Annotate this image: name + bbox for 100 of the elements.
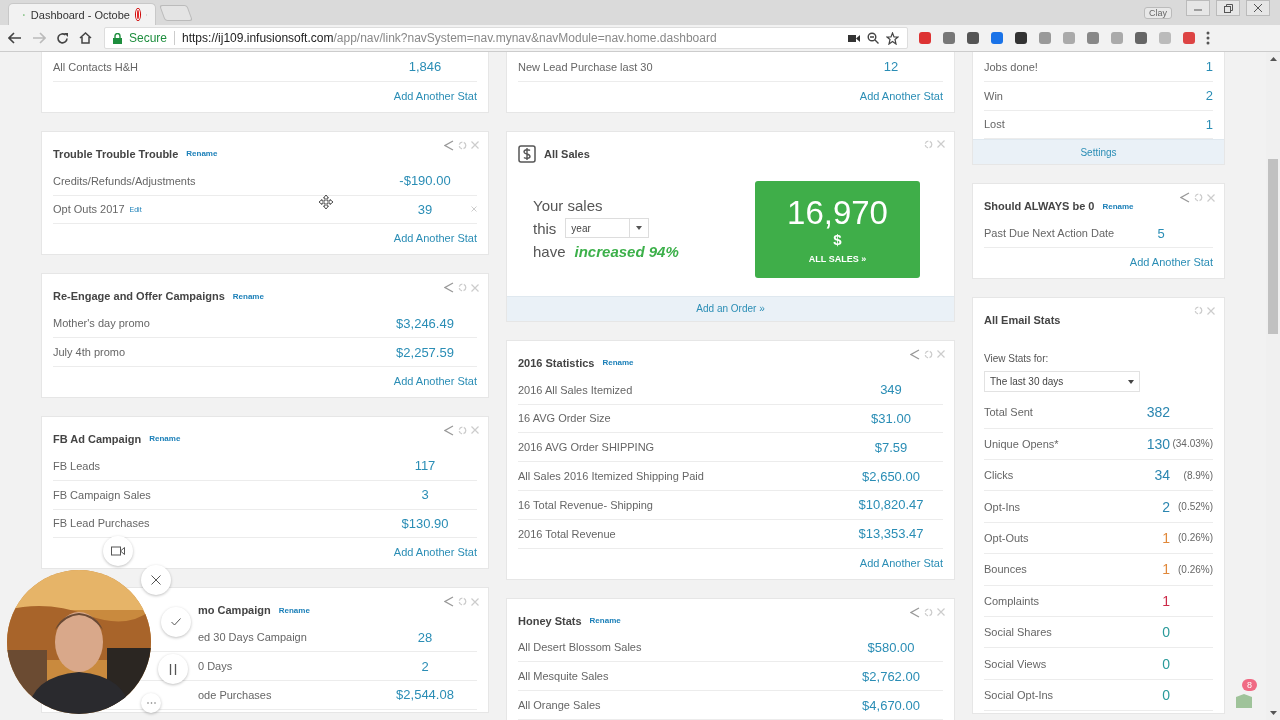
- stat-value[interactable]: 39: [387, 202, 463, 217]
- refresh-icon[interactable]: [1194, 306, 1203, 316]
- stat-value[interactable]: $3,246.49: [387, 315, 463, 331]
- rename-link[interactable]: Rename: [1102, 201, 1134, 211]
- stat-value[interactable]: 349: [853, 382, 929, 398]
- stat-value[interactable]: 0: [1162, 686, 1170, 703]
- address-bar[interactable]: Secure https://ij109.infusionsoft.com/app/nav/link?navSystem=nav.mynav&navModule=nav.home.dashboard: [104, 27, 908, 49]
- stat-value[interactable]: 117: [387, 458, 463, 474]
- zoom-icon[interactable]: [867, 32, 879, 44]
- rename-link[interactable]: Rename: [149, 434, 181, 444]
- scroll-up-icon[interactable]: [1269, 57, 1277, 61]
- stat-value[interactable]: $2,650.00: [853, 468, 929, 484]
- close-window-button[interactable]: [1246, 0, 1270, 16]
- refresh-icon[interactable]: [924, 607, 933, 617]
- add-stat-link[interactable]: Add Another Stat: [859, 89, 943, 102]
- share-icon[interactable]: [1180, 192, 1190, 204]
- stat-value[interactable]: 1: [1205, 117, 1213, 132]
- refresh-icon[interactable]: [458, 140, 467, 150]
- stat-value[interactable]: 1,846: [387, 59, 463, 75]
- stat-value[interactable]: 5: [1123, 225, 1199, 241]
- rename-link[interactable]: Rename: [232, 291, 264, 301]
- stat-value[interactable]: 12: [853, 59, 929, 75]
- stat-value[interactable]: 2: [387, 658, 463, 674]
- stat-value[interactable]: $2,544.08: [387, 687, 463, 703]
- rename-link[interactable]: Rename: [602, 358, 634, 368]
- chat-icon[interactable]: [1236, 694, 1252, 708]
- star-icon[interactable]: [886, 31, 899, 45]
- share-icon[interactable]: [444, 139, 454, 151]
- add-stat-link[interactable]: Add Another Stat: [1129, 256, 1213, 269]
- stat-value[interactable]: $580.00: [853, 639, 929, 655]
- stat-percent: (0.26%): [1178, 532, 1213, 544]
- profile-button[interactable]: Clay: [1144, 6, 1172, 19]
- stat-value[interactable]: -$190.00: [387, 173, 463, 189]
- stat-value[interactable]: $13,353.47: [853, 526, 929, 542]
- refresh-icon[interactable]: [458, 426, 467, 435]
- extension-icon[interactable]: [1134, 31, 1148, 45]
- refresh-icon[interactable]: [458, 597, 467, 607]
- browser-tab[interactable]: Dashboard - Octobe: [8, 3, 156, 25]
- all-sales-button[interactable]: 16,970 $ ALL SALES »: [755, 180, 920, 278]
- settings-link[interactable]: Settings: [973, 139, 1224, 165]
- new-tab-button[interactable]: [159, 5, 193, 21]
- stat-value[interactable]: $7.59: [853, 439, 929, 455]
- share-icon[interactable]: [444, 425, 454, 436]
- refresh-icon[interactable]: [458, 283, 467, 293]
- stat-label: Opt Outs 2017: [53, 203, 125, 216]
- rename-link[interactable]: Rename: [278, 605, 310, 615]
- add-stat-link[interactable]: Add Another Stat: [859, 556, 943, 569]
- add-stat-link[interactable]: Add Another Stat: [393, 89, 477, 102]
- extension-icon[interactable]: [966, 31, 980, 45]
- stat-value[interactable]: 0: [1162, 624, 1170, 641]
- share-icon[interactable]: [444, 596, 454, 608]
- scroll-down-icon[interactable]: [1269, 711, 1277, 715]
- refresh-icon[interactable]: [1194, 193, 1203, 203]
- period-dropdown[interactable]: The last 30 days: [984, 371, 1140, 393]
- url-text: https://ij109.infusionsoft.com/app/nav/link?navSystem=nav.mynav&navModule=nav.home.dashboard: [182, 31, 717, 45]
- menu-icon[interactable]: [1206, 31, 1210, 45]
- stat-value[interactable]: 1: [1162, 529, 1170, 546]
- refresh-icon[interactable]: [924, 349, 933, 359]
- stat-value[interactable]: 0: [1162, 655, 1170, 672]
- stat-value[interactable]: 1: [1162, 592, 1170, 609]
- video-camera-icon[interactable]: [848, 33, 860, 43]
- extension-icon[interactable]: [1014, 31, 1028, 45]
- minimize-button[interactable]: [1186, 0, 1210, 16]
- stat-value[interactable]: $4,670.00: [853, 697, 929, 713]
- stat-value[interactable]: $10,820.47: [853, 497, 929, 513]
- share-icon[interactable]: [444, 282, 454, 294]
- add-stat-link[interactable]: Add Another Stat: [393, 546, 477, 559]
- stat-value[interactable]: 34: [1154, 467, 1170, 484]
- stat-value[interactable]: $31.00: [853, 411, 929, 426]
- forward-icon[interactable]: [32, 32, 46, 44]
- period-dropdown[interactable]: year: [565, 218, 650, 239]
- share-icon[interactable]: [910, 606, 920, 618]
- stat-value[interactable]: 130: [1146, 435, 1170, 452]
- add-stat-link[interactable]: Add Another Stat: [393, 232, 477, 245]
- stat-value[interactable]: 1: [1205, 59, 1213, 75]
- rename-link[interactable]: Rename: [589, 616, 621, 626]
- add-order-link[interactable]: Add an Order »: [507, 295, 954, 321]
- stat-value[interactable]: 2: [1205, 88, 1213, 104]
- add-stat-link[interactable]: Add Another Stat: [393, 375, 477, 387]
- restore-button[interactable]: [1216, 0, 1240, 16]
- rename-link[interactable]: Rename: [186, 149, 218, 159]
- remove-icon[interactable]: [471, 206, 477, 213]
- widget-title: FB Ad Campaign: [53, 433, 142, 445]
- stat-value[interactable]: 3: [387, 487, 463, 503]
- stat-value[interactable]: 28: [387, 629, 463, 645]
- reload-icon[interactable]: [56, 31, 69, 45]
- stat-value[interactable]: $2,257.59: [387, 344, 463, 360]
- stat-value[interactable]: $130.90: [387, 515, 463, 531]
- stat-value[interactable]: $2,762.00: [853, 668, 929, 684]
- home-icon[interactable]: [79, 32, 92, 44]
- stat-value[interactable]: 2: [1162, 498, 1170, 515]
- stat-label: 0 Days: [198, 660, 233, 673]
- stat-label: Mother's day promo: [53, 317, 150, 330]
- scrollbar-thumb[interactable]: [1268, 159, 1278, 334]
- back-icon[interactable]: [8, 32, 22, 44]
- refresh-icon[interactable]: [924, 139, 933, 149]
- stat-value[interactable]: 1: [1162, 561, 1170, 578]
- share-icon[interactable]: [910, 348, 920, 360]
- check-icon: [171, 618, 181, 626]
- stat-value[interactable]: 382: [1146, 404, 1170, 421]
